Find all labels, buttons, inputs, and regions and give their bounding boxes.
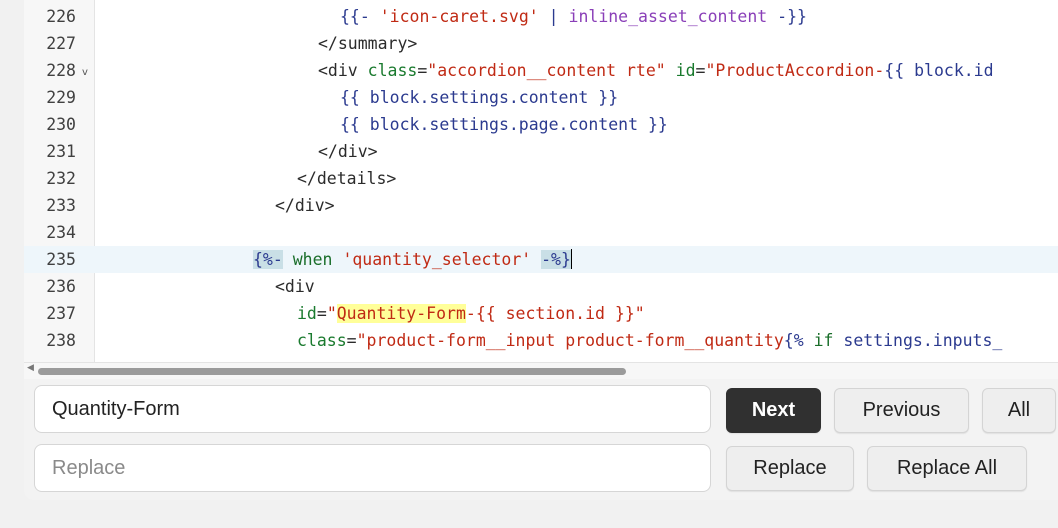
code-text: {{ block.settings.content }} (340, 88, 619, 107)
code-text: {{ block.settings.page.content }} (340, 115, 668, 134)
code-text: {{- 'icon-caret.svg' | inline_asset_cont… (340, 7, 807, 26)
code-editor[interactable]: 226 {{- 'icon-caret.svg' | inline_asset_… (24, 0, 1058, 362)
all-button[interactable]: All (982, 388, 1056, 433)
line-number: 230 (46, 115, 76, 134)
active-code-line[interactable]: 235 {%- when 'quantity_selector' -%} (24, 246, 1058, 273)
code-line[interactable]: 237 id="Quantity-Form-{{ section.id }}" (24, 300, 1058, 327)
line-number: 227 (46, 34, 76, 53)
find-input[interactable]: Quantity-Form (34, 385, 711, 433)
code-text: </div> (275, 196, 335, 215)
code-text: </details> (297, 169, 397, 188)
code-line[interactable]: 238 class="product-form__input product-f… (24, 327, 1058, 354)
code-line[interactable]: 230 {{ block.settings.page.content }} (24, 111, 1058, 138)
code-line[interactable]: 236 <div (24, 273, 1058, 300)
search-match-highlight: Quantity-Form (336, 304, 466, 323)
code-text: <div (275, 277, 315, 296)
code-text: id="Quantity-Form-{{ section.id }}" (297, 304, 645, 323)
code-line[interactable]: 226 {{- 'icon-caret.svg' | inline_asset_… (24, 3, 1058, 30)
line-number: 232 (46, 169, 76, 188)
replace-all-button[interactable]: Replace All (867, 446, 1027, 491)
code-line[interactable]: 228 v <div class="accordion__content rte… (24, 57, 1058, 84)
code-text: <div class="accordion__content rte" id="… (318, 61, 994, 80)
fold-chevron-icon[interactable]: v (82, 59, 88, 86)
line-number: 233 (46, 196, 76, 215)
code-line[interactable]: 232 </details> (24, 165, 1058, 192)
code-text: </div> (318, 142, 378, 161)
line-number: 228 (46, 61, 76, 80)
line-number: 236 (46, 277, 76, 296)
line-number: 237 (46, 304, 76, 323)
horizontal-scrollbar[interactable]: ◀ (24, 362, 1058, 379)
code-line[interactable]: 234 (24, 219, 1058, 246)
text-cursor (570, 249, 572, 269)
previous-button[interactable]: Previous (834, 388, 969, 433)
line-number: 234 (46, 223, 76, 242)
line-number: 235 (46, 250, 76, 269)
replace-input[interactable]: Replace (34, 444, 711, 492)
code-text: </summary> (318, 34, 418, 53)
line-number: 229 (46, 88, 76, 107)
code-text: class="product-form__input product-form_… (297, 331, 1003, 350)
code-text: {%- when 'quantity_selector' -%} (253, 249, 572, 269)
next-button[interactable]: Next (726, 388, 821, 433)
scroll-left-arrow-icon[interactable]: ◀ (27, 362, 34, 373)
code-line[interactable]: 227 </summary> (24, 30, 1058, 57)
line-number: 226 (46, 7, 76, 26)
code-line[interactable]: 231 </div> (24, 138, 1058, 165)
line-number: 231 (46, 142, 76, 161)
scrollbar-thumb[interactable] (38, 368, 626, 375)
replace-button[interactable]: Replace (726, 446, 854, 491)
line-number: 238 (46, 331, 76, 350)
code-line[interactable]: 229 {{ block.settings.content }} (24, 84, 1058, 111)
code-line[interactable]: 233 </div> (24, 192, 1058, 219)
